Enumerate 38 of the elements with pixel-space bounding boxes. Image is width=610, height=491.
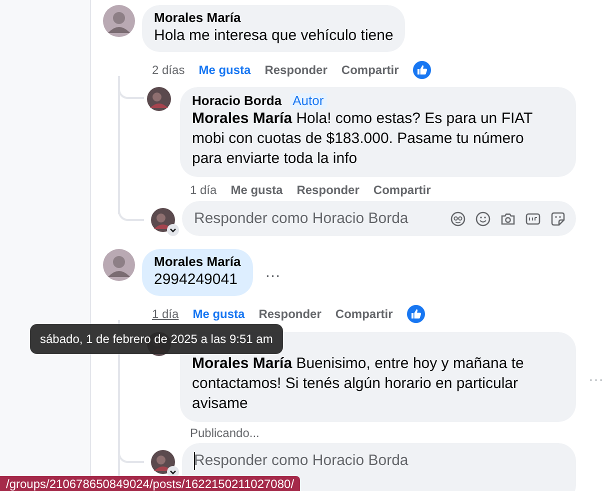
action-link[interactable]: Me gusta <box>230 183 283 197</box>
avatar[interactable] <box>147 87 171 111</box>
author-badge: Autor <box>290 93 327 109</box>
action-link[interactable]: Me gusta <box>198 63 251 77</box>
reply-text: Morales María Hola! como estas? Es para un FIAT mobi con cuotas de $183.000. Pasame tu número para enviarte toda la info <box>192 109 534 169</box>
avatar[interactable] <box>151 208 175 232</box>
action-link[interactable]: Responder <box>258 307 322 321</box>
author-name[interactable]: Morales María <box>154 10 394 26</box>
reply-field[interactable]: Responder como Horacio Borda <box>182 201 576 236</box>
comment-text: Hola me interesa que vehículo tiene <box>154 26 394 46</box>
link-url-status: /groups/210678650849024/posts/1622150211027080/ <box>0 476 300 491</box>
like-reaction-icon[interactable] <box>412 61 431 79</box>
camera-icon[interactable] <box>500 210 516 226</box>
action-link[interactable]: Compartir <box>341 63 399 77</box>
chevron-icon[interactable] <box>167 224 179 236</box>
timestamp-link[interactable]: 2 días <box>152 63 185 77</box>
date-tooltip: sábado, 1 de febrero de 2025 a las 9:51 am <box>30 324 283 354</box>
action-link[interactable]: Responder <box>296 183 360 197</box>
avatar[interactable] <box>151 450 175 474</box>
timestamp-link[interactable]: 1 día <box>152 307 179 321</box>
more-button[interactable]: … <box>258 264 287 282</box>
action-link[interactable]: Compartir <box>335 307 393 321</box>
avatar[interactable] <box>103 5 135 37</box>
action-link[interactable]: Compartir <box>373 183 431 197</box>
author-name[interactable]: Morales María <box>154 254 241 270</box>
sticker-icon[interactable] <box>550 210 566 226</box>
reply-text: Morales María Buenisimo, entre hoy y mañana te contactamos! Si tenés algún horario en particular avisame <box>192 354 525 414</box>
gif-icon[interactable] <box>525 210 541 226</box>
action-link[interactable]: Me gusta <box>192 307 245 321</box>
timestamp-link[interactable]: 1 día <box>190 183 217 197</box>
emoji-icon[interactable] <box>475 210 491 226</box>
action-link[interactable]: Responder <box>264 63 328 77</box>
avatar-sticker-icon[interactable] <box>450 210 466 226</box>
author-name[interactable]: Horacio Borda <box>192 93 282 109</box>
posting-status: Publicando... <box>189 425 260 440</box>
comment-text: 2994249041 <box>154 270 238 290</box>
avatar[interactable] <box>103 249 135 281</box>
like-reaction-icon[interactable] <box>406 305 425 323</box>
